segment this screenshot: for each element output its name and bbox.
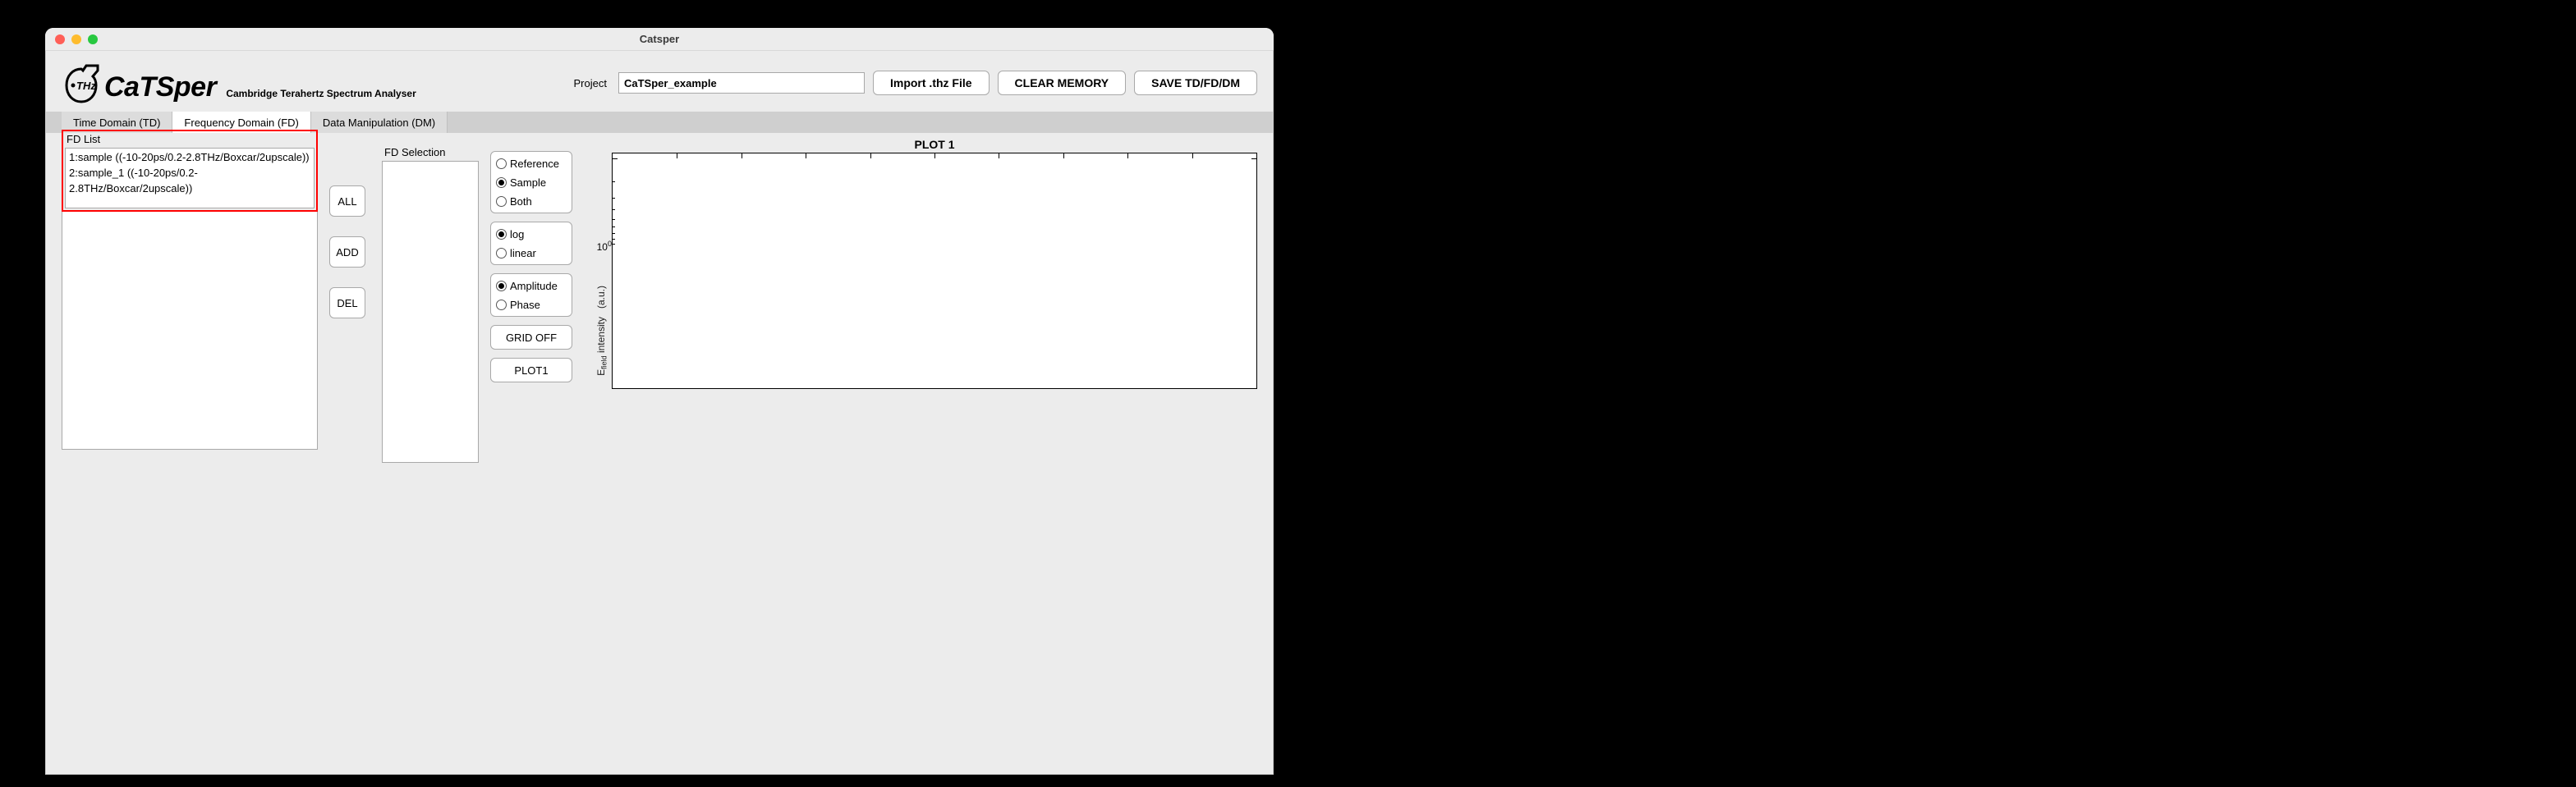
plot-area: 100 Efield intensity (a.u.) PLOT 1 xyxy=(592,138,1257,463)
fd-list-highlight: FD List 1:sample ((-10-20ps/0.2-2.8THz/B… xyxy=(62,130,318,212)
add-button[interactable]: ADD xyxy=(329,236,365,268)
list-item[interactable]: 1:sample ((-10-20ps/0.2-2.8THz/Boxcar/2u… xyxy=(69,150,310,166)
radio-sample[interactable]: Sample xyxy=(496,174,567,190)
y-tick-label: 100 xyxy=(592,240,612,253)
all-button[interactable]: ALL xyxy=(329,185,365,217)
project-input[interactable] xyxy=(618,72,865,94)
radio-linear[interactable]: linear xyxy=(496,245,567,261)
app-name: CaTSper xyxy=(104,71,216,103)
window-title: Catsper xyxy=(45,33,1274,45)
fd-list-extended[interactable] xyxy=(62,212,318,450)
list-buttons-column: ALL ADD DEL xyxy=(329,185,367,463)
plot-canvas[interactable] xyxy=(612,153,1257,389)
fd-list[interactable]: 1:sample ((-10-20ps/0.2-2.8THz/Boxcar/2u… xyxy=(65,148,315,208)
radio-amplitude[interactable]: Amplitude xyxy=(496,277,567,294)
fd-selection-label: FD Selection xyxy=(382,146,479,158)
app-subtitle: Cambridge Terahertz Spectrum Analyser xyxy=(226,88,416,103)
quantity-radio-group: Amplitude Phase xyxy=(490,273,572,317)
titlebar: Catsper xyxy=(45,28,1274,51)
content-area: THz CaTSper Cambridge Terahertz Spectrum… xyxy=(45,51,1274,463)
clear-memory-button[interactable]: CLEAR MEMORY xyxy=(998,71,1127,95)
source-radio-group: Reference Sample Both xyxy=(490,151,572,213)
radio-log[interactable]: log xyxy=(496,226,567,242)
plot-controls-column: Reference Sample Both log linear Amplitu… xyxy=(490,151,572,463)
plot-frame-wrap: PLOT 1 xyxy=(612,138,1257,389)
y-axis-label: Efield intensity (a.u.) xyxy=(595,286,608,376)
import-button[interactable]: Import .thz File xyxy=(873,71,990,95)
svg-text:THz: THz xyxy=(76,80,96,92)
grid-toggle-button[interactable]: GRID OFF xyxy=(490,325,572,350)
plot1-button[interactable]: PLOT1 xyxy=(490,358,572,382)
plot-title: PLOT 1 xyxy=(914,138,954,151)
save-button[interactable]: SAVE TD/FD/DM xyxy=(1134,71,1257,95)
scale-radio-group: log linear xyxy=(490,222,572,265)
project-label: Project xyxy=(574,77,607,89)
del-button[interactable]: DEL xyxy=(329,287,365,318)
radio-both[interactable]: Both xyxy=(496,193,567,209)
y-axis-label-area: 100 Efield intensity (a.u.) xyxy=(592,138,612,376)
fd-selection-panel: FD Selection xyxy=(382,146,479,463)
logo-area: THz CaTSper Cambridge Terahertz Spectrum… xyxy=(62,62,416,103)
radio-phase[interactable]: Phase xyxy=(496,296,567,313)
app-window: Catsper THz CaTSper Cambridge Terahertz … xyxy=(45,28,1274,775)
list-item[interactable]: 2:sample_1 ((-10-20ps/0.2-2.8THz/Boxcar/… xyxy=(69,166,310,197)
radio-reference[interactable]: Reference xyxy=(496,155,567,172)
app-logo-icon: THz xyxy=(62,62,101,103)
header-row: THz CaTSper Cambridge Terahertz Spectrum… xyxy=(62,62,1257,103)
tab-data-manipulation[interactable]: Data Manipulation (DM) xyxy=(311,112,448,133)
fd-selection-list[interactable] xyxy=(382,161,479,463)
fd-list-panel: FD List 1:sample ((-10-20ps/0.2-2.8THz/B… xyxy=(62,146,318,463)
fd-list-label: FD List xyxy=(65,131,315,145)
body-area: FD List 1:sample ((-10-20ps/0.2-2.8THz/B… xyxy=(62,133,1257,463)
